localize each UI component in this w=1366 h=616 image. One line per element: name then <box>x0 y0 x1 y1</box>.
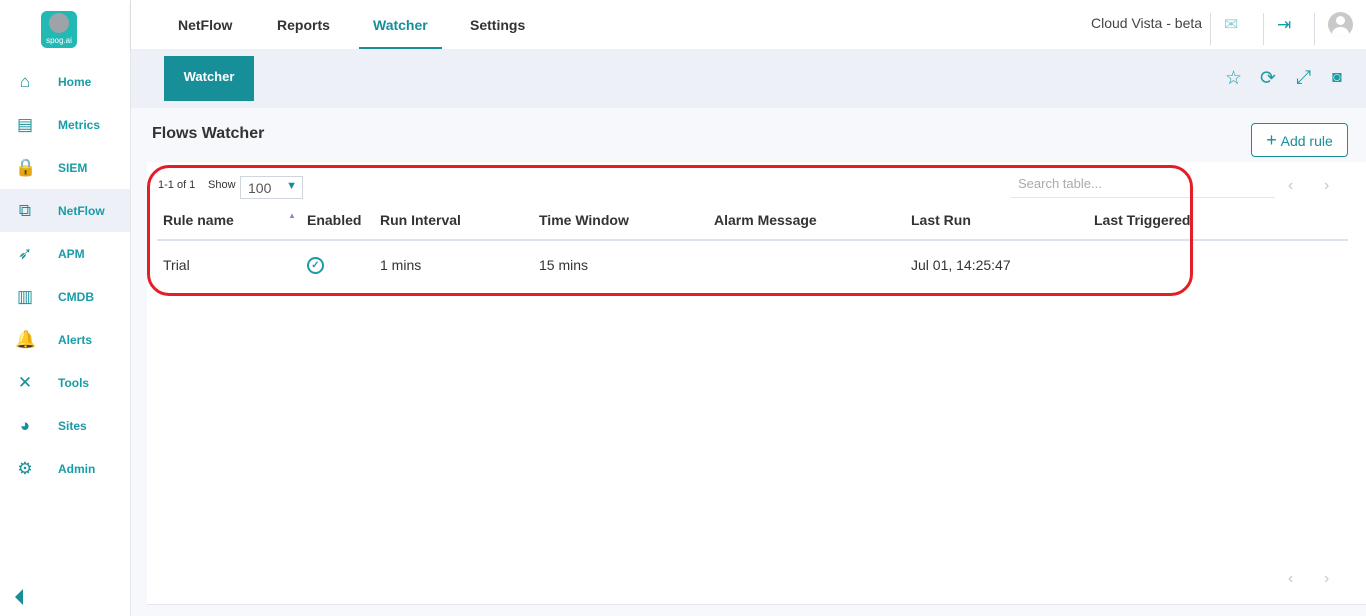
tab-reports[interactable]: Reports <box>277 0 330 49</box>
page-size-select[interactable]: 100 ▼ <box>240 176 303 199</box>
sidebar-item-cmdb[interactable]: ▥ CMDB <box>0 275 130 318</box>
logo[interactable]: spog.ai <box>41 11 77 48</box>
sidebar-item-sites[interactable]: ◕ Sites <box>0 404 130 447</box>
col-rule-name[interactable]: Rule name <box>163 212 234 228</box>
col-enabled[interactable]: Enabled <box>307 212 361 228</box>
top-nav: NetFlow Reports Watcher Settings Cloud V… <box>131 0 1366 49</box>
col-run-interval[interactable]: Run Interval <box>380 212 461 228</box>
tab-netflow[interactable]: NetFlow <box>178 0 232 49</box>
divider <box>1263 13 1264 45</box>
page-header-band: Watcher ☆ ⟳ ⤢ ◙ <box>131 49 1366 108</box>
tab-watcher[interactable]: Watcher <box>359 0 442 49</box>
watcher-tab[interactable]: Watcher <box>164 56 254 101</box>
add-rule-label: Add rule <box>1280 133 1333 149</box>
metrics-icon: ▤ <box>16 114 34 134</box>
plus-icon: + <box>1266 130 1277 150</box>
sidebar-item-label: Sites <box>58 418 87 433</box>
expand-icon[interactable]: ⤢ <box>1296 67 1311 89</box>
logo-text: spog.ai <box>46 36 72 45</box>
sort-asc-icon[interactable]: ▲ <box>288 211 296 220</box>
divider <box>1314 13 1315 45</box>
rules-table-card <box>147 162 1366 605</box>
globe-icon: ◕ <box>19 415 31 435</box>
col-last-triggered[interactable]: Last Triggered <box>1094 212 1190 228</box>
check-circle-icon: ✓ <box>307 257 324 274</box>
header-divider <box>157 239 1348 241</box>
show-label: Show <box>208 179 236 191</box>
collapse-sidebar-icon[interactable] <box>15 589 23 605</box>
star-icon[interactable]: ☆ <box>1225 67 1242 90</box>
lock-icon: 🔒 <box>15 157 37 177</box>
cell-last-run: Jul 01, 14:25:47 <box>911 257 1011 273</box>
page-size-value: 100 <box>248 180 272 196</box>
col-time-window[interactable]: Time Window <box>539 212 629 228</box>
logout-icon[interactable]: ⇥ <box>1277 15 1291 35</box>
sidebar-item-siem[interactable]: 🔒 SIEM <box>0 146 130 189</box>
prev-page-icon[interactable]: ‹ <box>1288 177 1293 195</box>
sidebar-item-label: CMDB <box>58 289 94 304</box>
avatar[interactable] <box>1328 12 1353 37</box>
network-icon: ⧉ <box>18 200 32 220</box>
chevron-down-icon: ▼ <box>286 180 297 192</box>
sidebar-item-admin[interactable]: ⚙ Admin <box>0 447 130 490</box>
sidebar-item-label: Tools <box>58 375 90 390</box>
sidebar: spog.ai ⌂ Home ▤ Metrics 🔒 SIEM ⧉ NetFlow ➶ APM ▥ C… <box>0 0 131 616</box>
brand-label: Cloud Vista - beta <box>1091 15 1203 31</box>
search-input[interactable] <box>1011 170 1275 198</box>
sidebar-item-netflow[interactable]: ⧉ NetFlow <box>0 189 130 232</box>
page-title: Flows Watcher <box>152 125 265 142</box>
sidebar-item-label: Metrics <box>58 117 101 132</box>
koala-icon <box>49 13 69 33</box>
next-page-icon[interactable]: › <box>1324 177 1329 195</box>
sidebar-item-alerts[interactable]: 🔔 Alerts <box>0 318 130 361</box>
cell-run-interval: 1 mins <box>380 257 422 273</box>
sidebar-item-metrics[interactable]: ▤ Metrics <box>0 103 130 146</box>
bell-icon: 🔔 <box>15 329 37 349</box>
col-last-run[interactable]: Last Run <box>911 212 971 228</box>
sidebar-item-label: NetFlow <box>58 203 105 218</box>
sidebar-item-home[interactable]: ⌂ Home <box>0 60 130 103</box>
add-rule-button[interactable]: + Add rule <box>1251 123 1348 157</box>
sidebar-item-apm[interactable]: ➶ APM <box>0 232 130 275</box>
barcode-icon: ▥ <box>16 286 34 306</box>
home-icon: ⌂ <box>19 71 31 91</box>
sidebar-item-tools[interactable]: ✕ Tools <box>0 361 130 404</box>
cell-rule-name: Trial <box>163 257 190 273</box>
camera-icon[interactable]: ◙ <box>1332 69 1342 87</box>
refresh-icon[interactable]: ⟳ <box>1260 67 1276 90</box>
row-count: 1-1 of 1 <box>158 179 196 191</box>
col-alarm-message[interactable]: Alarm Message <box>714 212 817 228</box>
sidebar-item-label: Alerts <box>58 332 93 347</box>
tab-settings[interactable]: Settings <box>470 0 525 49</box>
tools-icon: ✕ <box>17 372 33 392</box>
sidebar-item-label: Home <box>58 74 92 89</box>
divider <box>1210 13 1211 45</box>
sidebar-item-label: SIEM <box>58 160 88 175</box>
cell-time-window: 15 mins <box>539 257 589 273</box>
mail-icon[interactable]: ✉ <box>1224 15 1238 35</box>
sidebar-item-label: Admin <box>58 461 96 476</box>
rocket-icon: ➶ <box>17 243 33 263</box>
sidebar-item-label: APM <box>58 246 85 261</box>
gear-icon: ⚙ <box>17 458 33 478</box>
prev-page-icon-bottom[interactable]: ‹ <box>1288 570 1293 588</box>
next-page-icon-bottom[interactable]: › <box>1324 570 1329 588</box>
